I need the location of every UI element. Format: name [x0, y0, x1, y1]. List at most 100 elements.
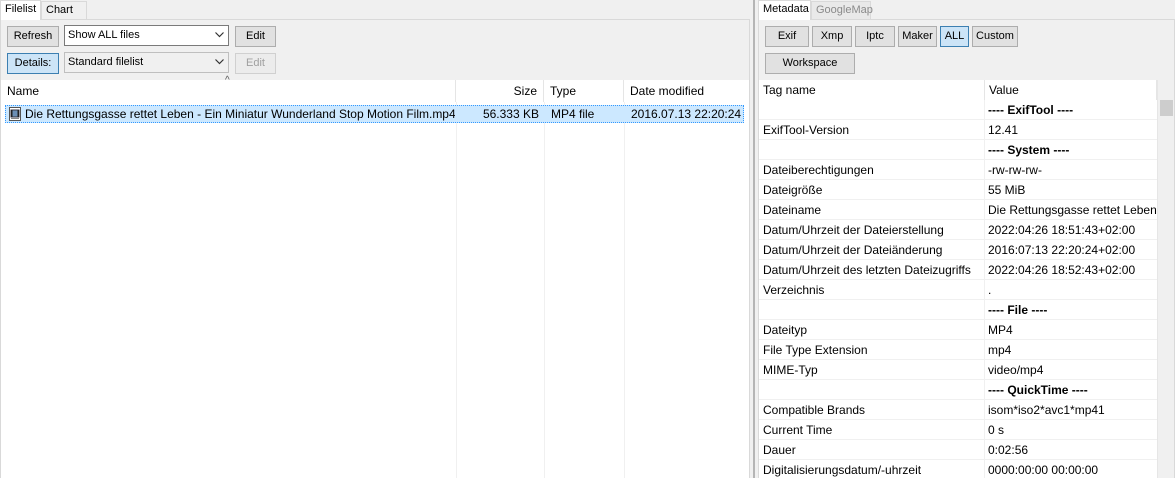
tag-name: Dateigröße [763, 183, 823, 197]
metadata-row[interactable]: Dateityp MP4 [759, 320, 1157, 340]
edit-filter-button[interactable]: Edit [235, 26, 276, 47]
tag-name: Dateiname [763, 203, 822, 217]
cell-divider [984, 300, 985, 320]
metadata-grid[interactable]: Tag name Value ---- ExifTool ---- ExifToo… [759, 80, 1174, 478]
column-header-size[interactable]: Size [456, 80, 544, 102]
cell-divider [984, 380, 985, 400]
tab-metadata[interactable]: Metadata [758, 0, 811, 20]
metadata-row[interactable]: File Type Extension mp4 [759, 340, 1157, 360]
metadata-row[interactable]: Datum/Uhrzeit des letzten Dateizugriffs 2… [759, 260, 1157, 280]
metadata-rows: ---- ExifTool ---- ExifTool-Version 12.41 -… [759, 100, 1157, 478]
file-date: 2016.07.13 22:20:24 [631, 107, 742, 121]
tag-name: Datum/Uhrzeit der Dateierstellung [763, 223, 944, 237]
tag-name: Digitalisierungsdatum/-uhrzeit [763, 463, 922, 477]
metadata-row[interactable]: Dateigröße 55 MiB [759, 180, 1157, 200]
cell-divider [984, 420, 985, 440]
section-heading: ---- ExifTool ---- [988, 103, 1074, 117]
tab-googlemap[interactable]: GoogleMap [811, 1, 873, 19]
tag-value: isom*iso2*avc1*mp41 [988, 403, 1105, 417]
metadata-section-row[interactable]: ---- QuickTime ---- [759, 380, 1157, 400]
metadata-row[interactable]: Current Time 0 s [759, 420, 1157, 440]
cell-divider [984, 120, 985, 140]
tag-name: Verzeichnis [763, 283, 825, 297]
exif-button[interactable]: Exif [765, 26, 809, 47]
all-button[interactable]: ALL [940, 26, 969, 47]
cell-divider [984, 180, 985, 200]
maker-button[interactable]: Maker [898, 26, 937, 47]
workspace-button[interactable]: Workspace [765, 53, 855, 74]
tag-name: Dateityp [763, 323, 808, 337]
file-name: Die Rettungsgasse rettet Leben - Ein Min… [25, 107, 455, 121]
column-header-tag[interactable]: Tag name [759, 80, 985, 100]
metadata-row[interactable]: Compatible Brands isom*iso2*avc1*mp41 [759, 400, 1157, 420]
tag-name: Datum/Uhrzeit des letzten Dateizugriffs [763, 263, 971, 277]
xmp-button[interactable]: Xmp [812, 26, 852, 47]
edit-details-button[interactable]: Edit [235, 53, 276, 74]
metadata-row[interactable]: Digitalisierungsdatum/-uhrzeit 0000:00:00… [759, 460, 1157, 478]
file-size: 56.333 KB [482, 107, 539, 121]
metadata-row[interactable]: ExifTool-Version 12.41 [759, 120, 1157, 140]
custom-button[interactable]: Custom [972, 26, 1018, 47]
column-header-date[interactable]: Date modified [624, 80, 749, 102]
cell-divider [984, 400, 985, 420]
metadata-row[interactable]: Datum/Uhrzeit der Dateierstellung 2022:04… [759, 220, 1157, 240]
column-divider [624, 102, 625, 478]
tag-value: 0:02:56 [988, 443, 1029, 457]
tag-value: 2022:04:26 18:51:43+02:00 [988, 223, 1136, 237]
panel-splitter[interactable] [750, 0, 758, 478]
tag-value: 55 MiB [988, 183, 1026, 197]
section-heading: ---- QuickTime ---- [988, 383, 1088, 397]
cell-divider [984, 280, 985, 300]
tag-name: Dateiberechtigungen [763, 163, 874, 177]
cell-divider [984, 140, 985, 160]
metadata-row[interactable]: Verzeichnis. [759, 280, 1157, 300]
column-divider [456, 102, 457, 478]
file-row[interactable]: Die Rettungsgasse rettet Leben - Ein Min… [5, 105, 744, 123]
file-list[interactable]: ^ Name Size Type Date modified Die Rettu… [1, 75, 749, 478]
tag-value: 2022:04:26 18:52:43+02:00 [988, 263, 1136, 277]
metadata-row[interactable]: Dateiname Die Rettungsgasse rettet Leben … [759, 200, 1157, 220]
tag-value: . [988, 283, 992, 297]
right-tab-bar: Metadata GoogleMap [758, 0, 1175, 20]
tab-filelist[interactable]: Filelist [0, 0, 41, 20]
cell-divider [984, 260, 985, 280]
section-heading: ---- System ---- [988, 143, 1070, 157]
chevron-down-icon [215, 32, 224, 38]
metadata-row[interactable]: Datum/Uhrzeit der Dateiänderung 2016:07:1… [759, 240, 1157, 260]
tag-name: Compatible Brands [763, 403, 866, 417]
details-button[interactable]: Details: [7, 53, 59, 74]
metadata-section-row[interactable]: ---- File ---- [759, 300, 1157, 320]
video-file-icon [9, 107, 21, 121]
splitter-grip [753, 0, 755, 478]
file-filter-select[interactable]: Show ALL files [64, 25, 229, 46]
tag-name: Dauer [763, 443, 796, 457]
scrollbar-thumb[interactable] [1160, 100, 1173, 116]
cell-divider [984, 460, 985, 478]
tag-value: 2016:07:13 22:20:24+02:00 [988, 243, 1136, 257]
tag-value: 12.41 [988, 123, 1019, 137]
details-view-select[interactable]: Standard filelist [64, 52, 229, 73]
tab-chart[interactable]: Chart [41, 1, 87, 19]
column-header-name[interactable]: Name [1, 80, 456, 102]
refresh-button[interactable]: Refresh [7, 26, 59, 47]
cell-divider [984, 320, 985, 340]
metadata-panel: Exif Xmp Iptc Maker ALL Custom Workspace… [758, 19, 1175, 478]
left-tab-bar: Filelist Chart [0, 0, 750, 20]
metadata-row[interactable]: MIME-Typ video/mp4 [759, 360, 1157, 380]
column-header-value[interactable]: Value [985, 80, 1157, 100]
metadata-section-row[interactable]: ---- System ---- [759, 140, 1157, 160]
cell-divider [984, 340, 985, 360]
cell-divider [984, 440, 985, 460]
tag-name: ExifTool-Version [763, 123, 850, 137]
file-type: MP4 file [551, 107, 595, 121]
metadata-section-row[interactable]: ---- ExifTool ---- [759, 100, 1157, 120]
tag-value: mp4 [988, 343, 1012, 357]
tag-value: MP4 [988, 323, 1013, 337]
vertical-scrollbar[interactable] [1157, 80, 1174, 478]
metadata-row[interactable]: Dauer 0:02:56 [759, 440, 1157, 460]
file-filter-value: Show ALL files [68, 29, 140, 41]
iptc-button[interactable]: Iptc [855, 26, 895, 47]
column-header-type[interactable]: Type [544, 80, 624, 102]
tag-name: Current Time [763, 423, 833, 437]
metadata-row[interactable]: Dateiberechtigungen -rw-rw-rw- [759, 160, 1157, 180]
